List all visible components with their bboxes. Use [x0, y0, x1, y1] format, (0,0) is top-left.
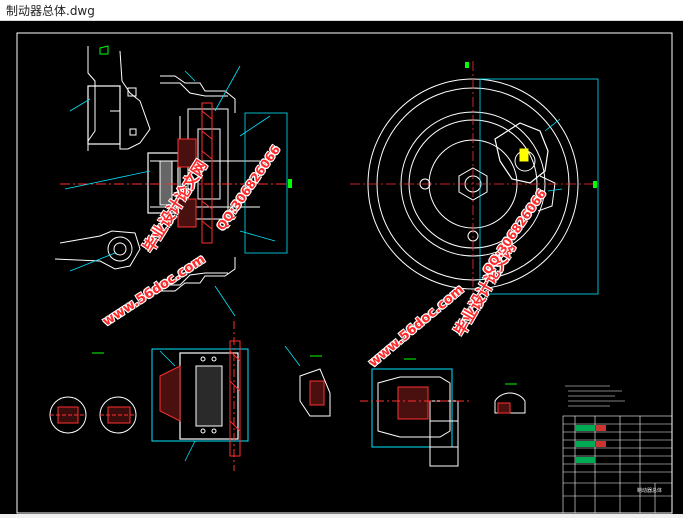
knuckle-outline: [87, 46, 96, 151]
caliper-section-view: [151, 321, 249, 471]
marker: [288, 179, 292, 188]
knuckle-body: [87, 85, 121, 145]
cad-drawing: [16, 32, 673, 514]
detail-section-2: [99, 396, 137, 434]
technical-notes: [565, 385, 625, 407]
cad-viewer-window: 制动器总体.dwg 制动器总体 毕业设计论文网 www.56doc.com QQ…: [0, 0, 683, 514]
title-block-drawing-name: 制动器总体: [637, 488, 663, 494]
drawing-canvas[interactable]: 制动器总体 毕业设计论文网 www.56doc.com QQ:306826066…: [0, 21, 683, 514]
title-block: [562, 415, 673, 514]
window-title: 制动器总体.dwg: [6, 4, 95, 18]
lower-arm: [54, 230, 141, 270]
title-bar: 制动器总体.dwg: [0, 0, 683, 21]
detail-section-1: [49, 396, 87, 434]
front-view-centerlines: [350, 61, 600, 311]
drawing-border: [16, 32, 673, 514]
piston-section-view: [360, 368, 470, 467]
wedge-detail: [299, 368, 331, 417]
